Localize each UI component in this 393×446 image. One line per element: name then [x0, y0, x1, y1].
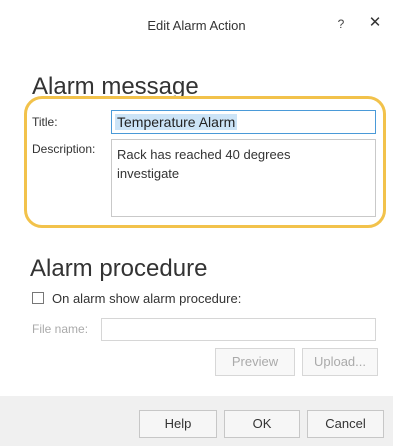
- description-label: Description:: [32, 142, 96, 156]
- description-value: Rack has reached 40 degrees investigate: [117, 147, 291, 181]
- close-icon[interactable]: ✕: [366, 14, 384, 32]
- title-bar: Edit Alarm Action ? ✕: [0, 0, 393, 62]
- alarm-procedure-heading: Alarm procedure: [30, 255, 208, 282]
- help-button[interactable]: Help: [139, 410, 217, 438]
- title-label: Title:: [32, 115, 58, 129]
- description-textarea[interactable]: Rack has reached 40 degrees investigate: [111, 139, 376, 217]
- edit-alarm-action-dialog: Edit Alarm Action ? ✕ Alarm message Titl…: [0, 0, 393, 446]
- upload-button[interactable]: Upload...: [302, 348, 378, 376]
- help-icon[interactable]: ?: [334, 17, 348, 31]
- title-input-value: Temperature Alarm: [115, 114, 238, 130]
- cancel-button[interactable]: Cancel: [307, 410, 384, 438]
- preview-button[interactable]: Preview: [215, 348, 295, 376]
- file-name-label: File name:: [32, 322, 89, 336]
- show-procedure-checkbox[interactable]: [32, 292, 44, 304]
- show-procedure-checkbox-label[interactable]: On alarm show alarm procedure:: [52, 291, 241, 306]
- ok-button[interactable]: OK: [224, 410, 300, 438]
- title-input[interactable]: Temperature Alarm: [111, 110, 376, 134]
- file-name-input[interactable]: [101, 318, 376, 341]
